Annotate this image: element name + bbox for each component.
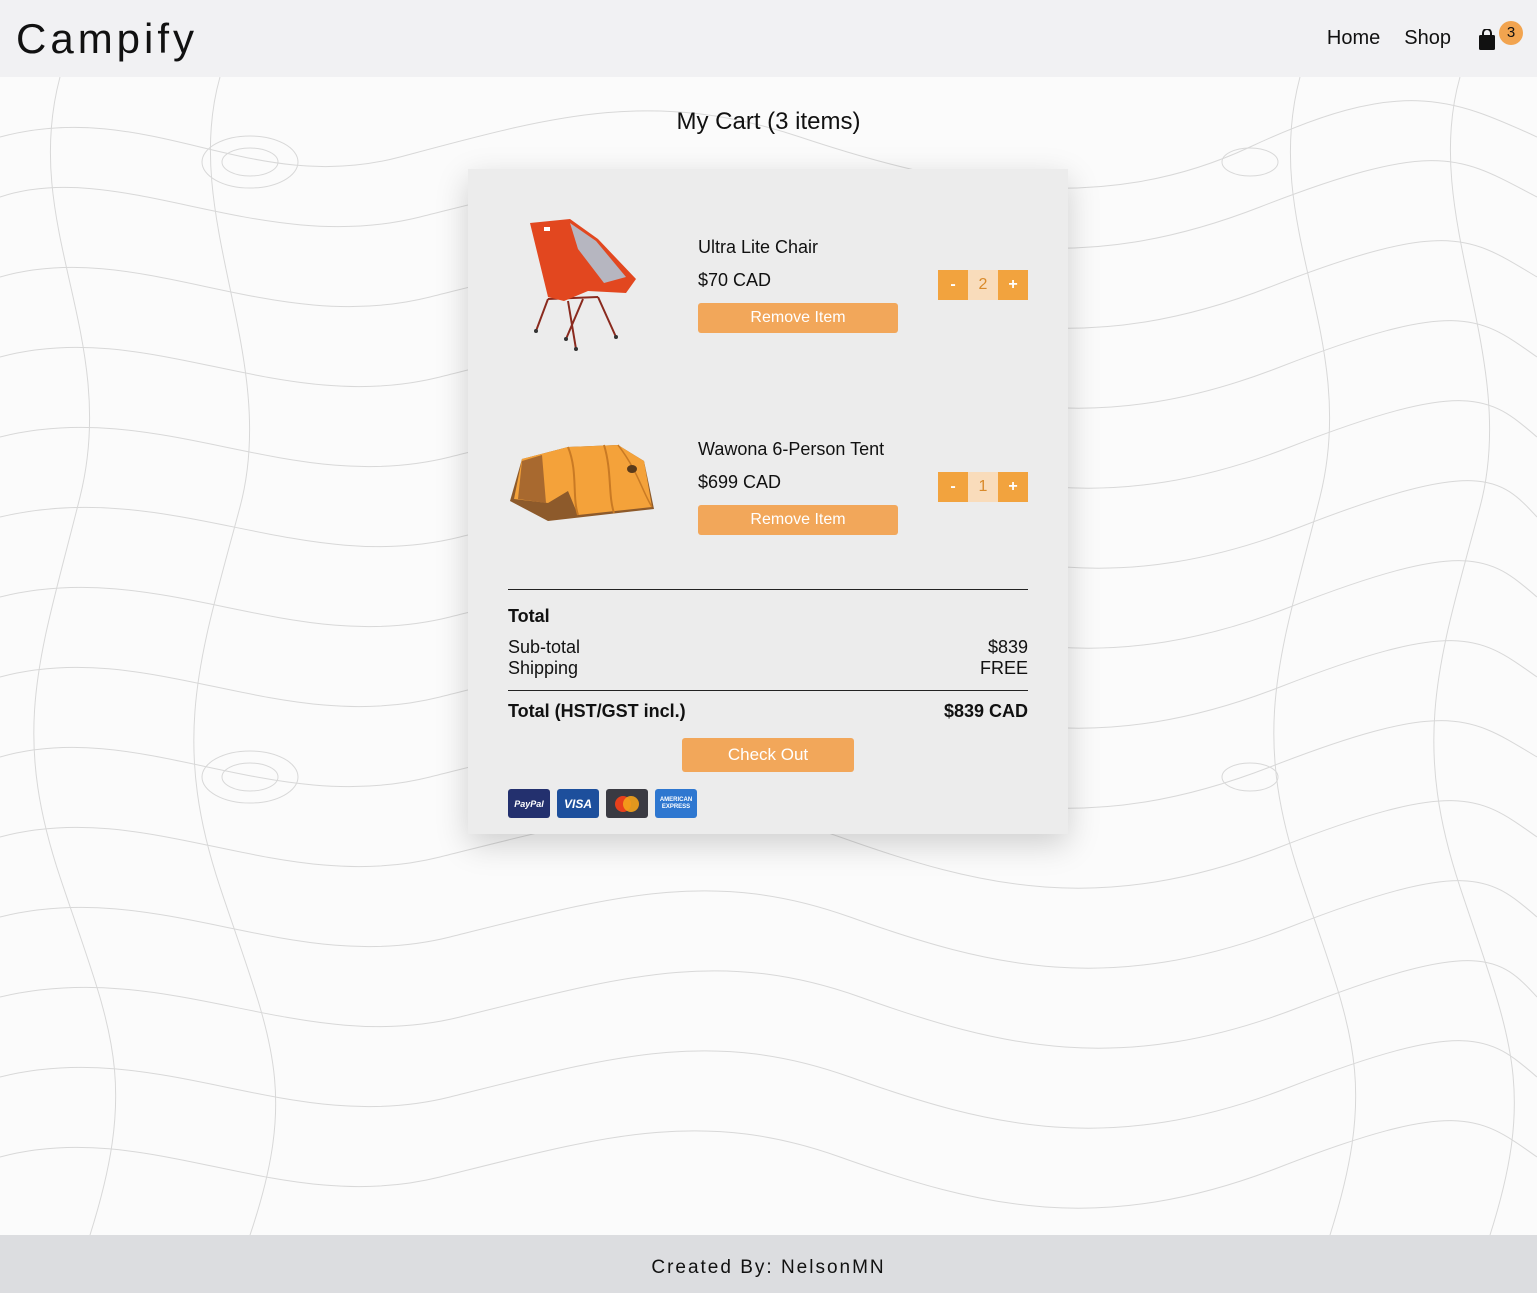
checkout-button[interactable]: Check Out — [682, 738, 854, 772]
amex-icon: AMERICAN EXPRESS — [655, 789, 697, 818]
decrease-quantity-button[interactable]: - — [938, 472, 968, 502]
shipping-label: Shipping — [508, 658, 579, 678]
payment-methods: PayPal VISA AMERICAN EXPRESS — [508, 789, 697, 818]
quantity-value: 2 — [968, 270, 998, 300]
totals-heading: Total — [508, 606, 550, 626]
nav-home-link[interactable]: Home — [1327, 27, 1380, 50]
remove-item-button[interactable]: Remove Item — [698, 303, 898, 333]
subtotal-row: Sub-total $839 — [508, 637, 1028, 658]
decrease-quantity-button[interactable]: - — [938, 270, 968, 300]
divider — [508, 589, 1028, 590]
tent-product-image — [510, 444, 654, 521]
quantity-stepper: - 1 + — [938, 472, 1028, 502]
remove-item-button[interactable]: Remove Item — [698, 505, 898, 535]
item-price: $699 CAD — [698, 472, 782, 492]
cart-panel: Ultra Lite Chair $70 CAD Remove Item - 2… — [468, 169, 1068, 834]
mastercard-circles — [615, 795, 639, 812]
nav-shop-link[interactable]: Shop — [1404, 27, 1451, 50]
cart-button[interactable]: 3 — [1477, 19, 1523, 59]
cart-item: Wawona 6-Person Tent $699 CAD Remove Ite… — [508, 411, 1028, 561]
grand-total-label: Total (HST/GST incl.) — [508, 701, 686, 721]
increase-quantity-button[interactable]: + — [998, 270, 1028, 300]
site-header: Campify Home Shop 3 — [0, 0, 1537, 77]
chair-product-image — [530, 219, 636, 351]
cart-count-badge: 3 — [1499, 20, 1523, 45]
increase-quantity-button[interactable]: + — [998, 472, 1028, 502]
item-name: Ultra Lite Chair — [698, 237, 819, 257]
main-nav: Home Shop 3 — [1303, 19, 1523, 59]
divider — [508, 690, 1028, 691]
grand-total-row: Total (HST/GST incl.) $839 CAD — [508, 701, 1028, 722]
subtotal-label: Sub-total — [508, 637, 581, 657]
quantity-value: 1 — [968, 472, 998, 502]
grand-total-value: $839 CAD — [943, 701, 1028, 721]
brand-logo[interactable]: Campify — [16, 15, 198, 63]
site-footer: Created By: NelsonMN — [0, 1235, 1537, 1293]
amex-line2: EXPRESS — [661, 803, 691, 810]
item-name: Wawona 6-Person Tent — [698, 439, 885, 459]
paypal-icon: PayPal — [508, 789, 550, 818]
mastercard-icon — [606, 789, 648, 818]
shipping-value: FREE — [979, 658, 1028, 678]
quantity-stepper: - 2 + — [938, 270, 1028, 300]
visa-icon: VISA — [557, 789, 599, 818]
subtotal-value: $839 — [987, 637, 1028, 657]
amex-line1: AMERICAN — [659, 796, 693, 803]
cart-item: Ultra Lite Chair $70 CAD Remove Item - 2… — [508, 209, 1028, 359]
shopping-bag-icon — [1479, 28, 1495, 50]
item-price: $70 CAD — [698, 270, 772, 290]
page-title: My Cart (3 items) — [676, 108, 861, 135]
shipping-row: Shipping FREE — [508, 658, 1028, 679]
